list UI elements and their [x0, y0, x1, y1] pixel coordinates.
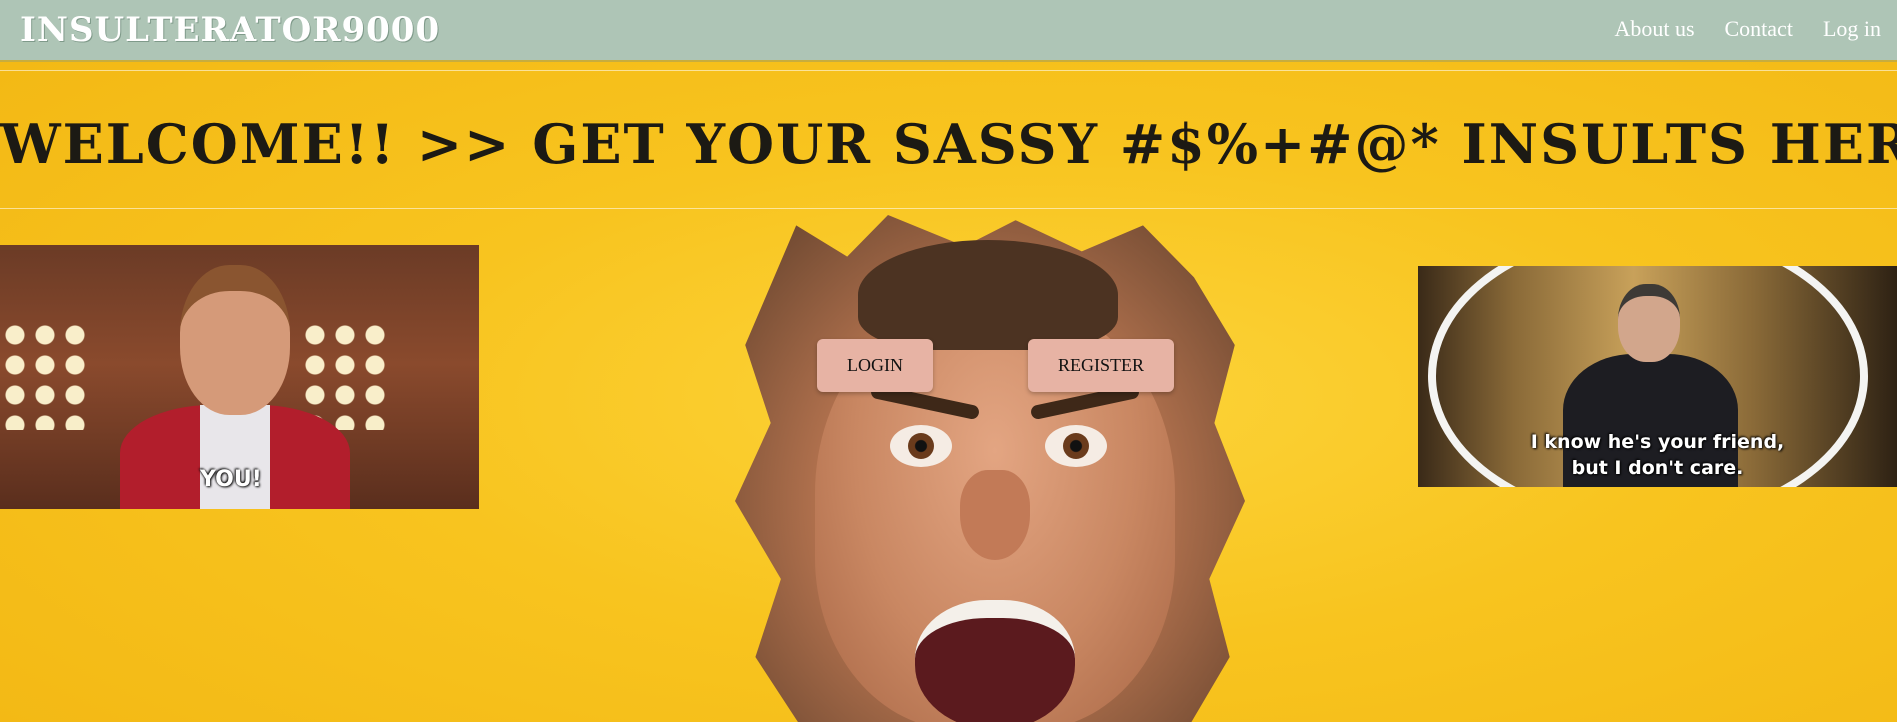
gif-right-image: I know he's your friend, but I don't car…: [1418, 266, 1897, 487]
navbar: INSULTERATOR9000 About us Contact Log in: [0, 0, 1897, 62]
brand-logo[interactable]: INSULTERATOR9000: [20, 10, 440, 50]
white-shirt: [200, 405, 270, 509]
divider-bottom: [0, 208, 1897, 209]
mouth: [915, 600, 1075, 722]
gif-right-caption: I know he's your friend, but I don't car…: [1418, 429, 1897, 481]
head: [180, 265, 290, 415]
eye-right: [1045, 425, 1107, 467]
login-button[interactable]: LOGIN: [817, 339, 933, 392]
nav-links: About us Contact Log in: [1614, 16, 1881, 42]
gif-left-image: YOU!: [0, 245, 479, 509]
speaker-head: [1618, 284, 1680, 362]
page: INSULTERATOR9000 About us Contact Log in…: [0, 0, 1897, 722]
gif-left-caption: YOU!: [200, 467, 262, 492]
divider-top: [0, 70, 1897, 71]
nav-log-in[interactable]: Log in: [1823, 16, 1881, 42]
gif-right-caption-line2: but I don't care.: [1571, 457, 1744, 479]
register-button[interactable]: REGISTER: [1028, 339, 1174, 392]
page-title: WELCOME!! >> GET YOUR SASSY #$%+#@* INSU…: [0, 112, 1897, 176]
gif-right-caption-line1: I know he's your friend,: [1530, 431, 1785, 453]
stage-lights: [0, 320, 90, 430]
nav-contact[interactable]: Contact: [1725, 16, 1793, 42]
nose: [960, 470, 1030, 560]
eye-left: [890, 425, 952, 467]
face-hair: [858, 240, 1118, 350]
nav-about-us[interactable]: About us: [1614, 16, 1694, 42]
